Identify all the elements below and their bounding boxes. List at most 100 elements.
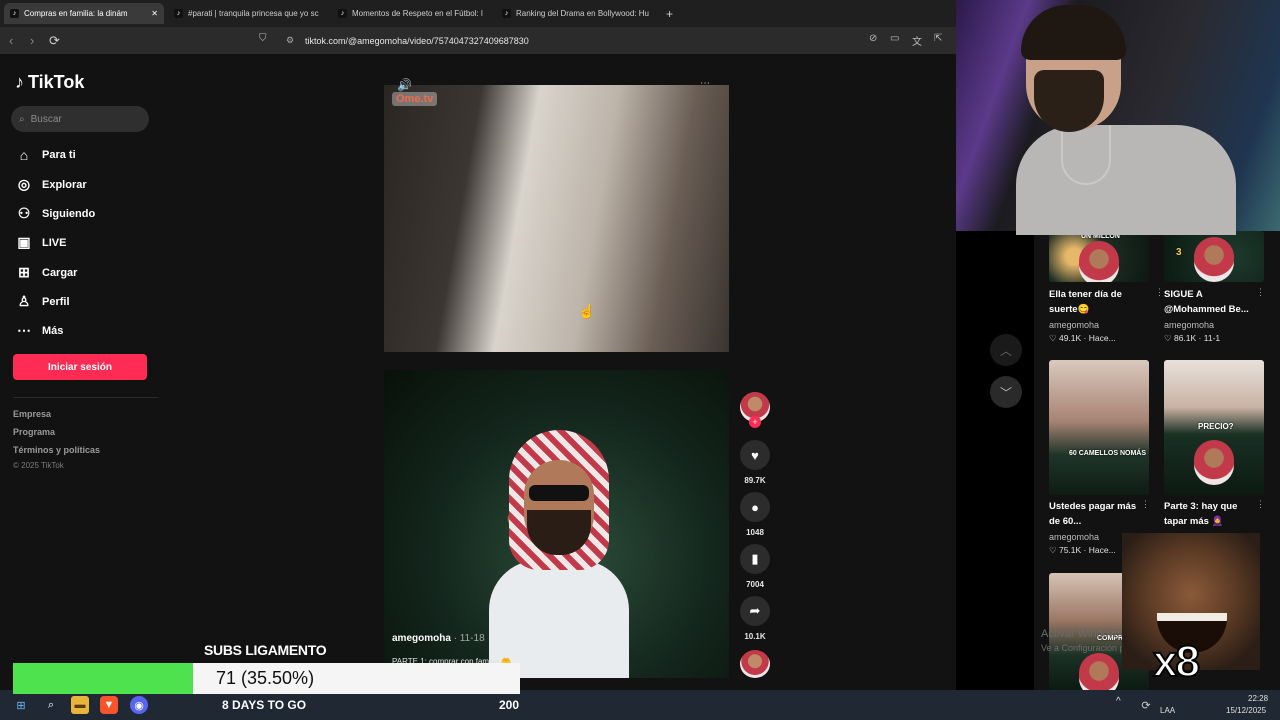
more-options-icon[interactable]: ⋮ [1256,499,1265,510]
footer-link-empresa[interactable]: Empresa [13,409,51,419]
translate-icon[interactable]: 文 [912,33,922,48]
author-name[interactable]: amegomoha [392,633,451,644]
subs-progress-bar: 71 (35.50%) [13,663,520,694]
windows-taskbar [0,690,1280,720]
nav-label: Más [42,324,64,337]
file-explorer-icon[interactable]: ▬ [71,696,89,714]
chevron-up-icon: ︿ [999,343,1012,358]
brave-browser-icon[interactable]: ▼ [100,696,118,714]
video-date: · 11-18 [450,633,485,644]
clock-time[interactable]: 22:28 [1248,694,1268,703]
streamer-shirt [1016,125,1236,235]
related-author[interactable]: amegomoha [1164,320,1214,330]
related-thumb[interactable]: PRECIO? [1164,360,1264,495]
previous-video-button[interactable]: ︿ [990,334,1022,366]
related-title[interactable]: Parte 3: hay que tapar más 🧕 [1164,499,1259,529]
tiktok-favicon-icon: ♪ [502,9,511,18]
share-icon[interactable]: ⇱ [934,33,942,44]
thumb-subject [1079,241,1119,282]
forward-icon[interactable]: › [30,33,34,48]
windows-start-icon[interactable]: ⊞ [12,696,30,714]
nav-item-cargar[interactable]: ⊞ Cargar [16,264,77,281]
related-stats: ♡ 75.1K · Hace... [1049,545,1116,555]
comment-button[interactable]: ● [740,492,770,522]
language-indicator[interactable]: LAA [1160,706,1175,715]
bookmark-icon[interactable]: ⛉ [259,33,267,44]
browser-tab[interactable]: ♪ #parati | tranquila princesa que yo sc [168,3,328,24]
share-button[interactable]: ➦ [740,596,770,626]
nav-label: Para ti [42,149,76,161]
login-button[interactable]: Iniciar sesión [13,354,147,380]
discord-icon[interactable]: ◉ [130,696,148,714]
compass-icon: ◎ [17,176,31,192]
tray-chevron-icon[interactable]: ^ [1116,696,1121,707]
url-field[interactable]: ⚙ tiktok.com/@amegomoha/video/7574047327… [280,30,956,51]
tiktok-favicon-icon: ♪ [338,9,347,18]
related-thumb[interactable]: UN MILLÓN [1049,231,1149,282]
browser-tab[interactable]: ♪ Ranking del Drama en Bollywood: Hu [496,3,656,24]
live-icon: ▣ [17,234,31,250]
video-more-icon[interactable]: ⋯ [700,78,710,89]
profile-icon: ♙ [17,293,31,309]
like-button[interactable]: ♥ [740,440,770,470]
volume-icon[interactable]: 🔊 [397,78,412,92]
sync-icon[interactable]: ⟳ [1137,696,1155,714]
related-title[interactable]: Ustedes pagar más de 60... [1049,499,1144,529]
search-input[interactable]: ⌕ Buscar [11,106,149,132]
nav-label: Siguiendo [42,207,96,220]
related-thumb[interactable]: 3 [1164,231,1264,282]
reload-icon[interactable]: ⟳ [49,33,60,49]
tiktok-logo[interactable]: ♪ TikTok [15,72,84,93]
nav-item-perfil[interactable]: ♙ Perfil [16,293,70,310]
back-icon[interactable]: ‹ [9,33,13,48]
hand-cursor-icon: ☝ [578,303,596,319]
related-thumb[interactable]: 60 CAMELLOS NOMÁS [1049,360,1149,495]
nav-label: LIVE [42,236,67,249]
save-button[interactable]: ▮ [740,544,770,574]
logo-text: TikTok [28,72,85,92]
browser-tab[interactable]: ♪ Momentos de Respeto en el Fútbol: l [332,3,492,24]
ometv-watermark: Ome.tv [392,92,438,106]
footer-link-terminos[interactable]: Términos y políticas [13,445,100,455]
thumb-subject [1194,237,1234,282]
thumb-subject [1079,653,1119,690]
address-bar: ‹ › ⟳ ⛉ ⚙ tiktok.com/@amegomoha/video/75… [0,27,956,54]
video-player-previous[interactable]: Ome.tv [384,85,729,352]
nav-item-mas[interactable]: ⋯ Más [16,322,63,339]
video-subject [489,430,629,678]
browser-tab[interactable]: ♪ Compras en familia: la dinám ✕ [4,3,164,24]
nav-item-explorar[interactable]: ◎ Explorar [16,176,87,193]
music-disc-avatar[interactable] [740,650,770,678]
related-title[interactable]: Ella tener día de suerte😋 [1049,287,1144,317]
subs-goal-target: 200 [499,698,520,712]
subs-goal-label: SUBS LIGAMENTO [204,642,327,658]
more-options-icon[interactable]: ⋮ [1256,287,1265,298]
site-info-icon[interactable]: ⚙ [286,35,294,46]
nav-item-siguiendo[interactable]: ⚇ Siguiendo [16,205,95,222]
video-author[interactable]: amegomoha · 11-18 [392,633,485,644]
no-tracking-icon[interactable]: ⊘ [869,33,877,44]
nav-item-live[interactable]: ▣ LIVE [16,234,66,251]
comment-count: 1048 [746,528,764,537]
related-author[interactable]: amegomoha [1049,532,1099,542]
video-player[interactable]: amegomoha · 11-18 PARTE 1: comprar con f… [384,370,729,678]
nav-item-para-ti[interactable]: ⌂ Para ti [16,147,76,163]
chevron-down-icon: ﹀ [999,385,1012,400]
browser-tab-bar: ♪ Compras en familia: la dinám ✕ ♪ #para… [0,0,956,27]
close-tab-icon[interactable]: ✕ [151,9,158,18]
screen-cast-icon[interactable]: ▭ [890,33,899,44]
footer-link-programa[interactable]: Programa [13,427,55,437]
tab-title: Momentos de Respeto en el Fútbol: l [352,9,483,18]
related-title[interactable]: SIGUE A @Mohammed Be... [1164,287,1259,317]
bookmark-icon: ▮ [751,551,759,566]
more-options-icon[interactable]: ⋮ [1155,287,1164,298]
search-placeholder: Buscar [30,113,62,125]
new-tab-button[interactable]: + [660,3,679,24]
related-stats: ♡ 86.1K · 11-1 [1164,333,1221,343]
related-author[interactable]: amegomoha [1049,320,1099,330]
next-video-button[interactable]: ﹀ [990,376,1022,408]
search-icon[interactable]: ⌕ [42,696,60,714]
more-options-icon[interactable]: ⋮ [1141,499,1150,510]
clock-date[interactable]: 15/12/2025 [1226,706,1266,715]
follow-plus-icon[interactable]: + [749,416,761,428]
